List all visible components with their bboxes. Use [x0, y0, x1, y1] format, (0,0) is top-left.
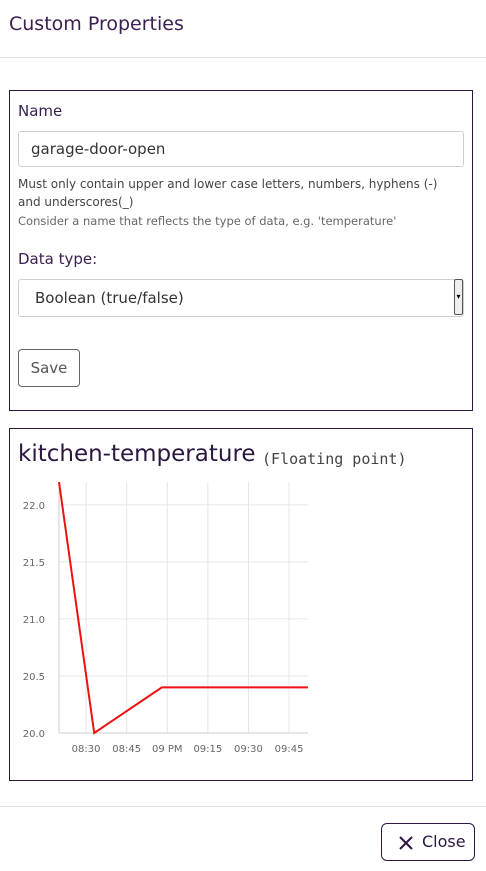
x-tick-label: 09:15 [193, 744, 222, 755]
footer-divider [0, 806, 486, 807]
y-tick-label: 20.5 [23, 672, 45, 683]
data-type-value: Boolean (true/false) [35, 289, 184, 307]
x-tick-label: 09:45 [275, 744, 304, 755]
data-type-label: Data type: [18, 250, 98, 268]
series-line [58, 481, 308, 735]
y-tick-label: 20.0 [23, 729, 45, 740]
x-tick-label: 08:45 [112, 744, 141, 755]
y-tick-label: 21.0 [23, 615, 45, 626]
close-icon [399, 836, 413, 850]
property-chart: 20.0 20.5 21.0 21.5 22.0 08:30 08:45 09 PM 09:15… [23, 481, 308, 755]
property-card: kitchen-temperature (Floating point) 20.… [9, 428, 473, 781]
name-help-line-1: Must only contain upper and lower case l… [18, 177, 438, 191]
save-button[interactable]: Save [18, 349, 80, 387]
x-tick-label: 08:30 [72, 744, 101, 755]
name-input[interactable]: garage-door-open [18, 131, 464, 167]
close-button[interactable]: Close [381, 823, 475, 861]
name-label: Name [18, 102, 63, 120]
dialog-header: Custom Properties [0, 0, 486, 58]
dialog-title: Custom Properties [9, 13, 184, 35]
close-label: Close [422, 832, 466, 851]
y-tick-label: 21.5 [23, 558, 45, 569]
y-tick-label: 22.0 [23, 501, 45, 512]
x-tick-label: 09:30 [234, 744, 263, 755]
dropdown-arrow-icon[interactable]: ▾ [454, 279, 463, 315]
name-help-line-2: and underscores(_) [18, 195, 134, 209]
name-hint-text: Consider a name that reflects the type o… [18, 214, 397, 228]
add-property-form: Name garage-door-open Must only contain … [9, 90, 473, 411]
x-tick-label: 09 PM [152, 744, 183, 755]
name-help-text: Must only contain upper and lower case l… [18, 175, 458, 211]
data-type-select[interactable]: Boolean (true/false) ▾ [18, 279, 464, 317]
